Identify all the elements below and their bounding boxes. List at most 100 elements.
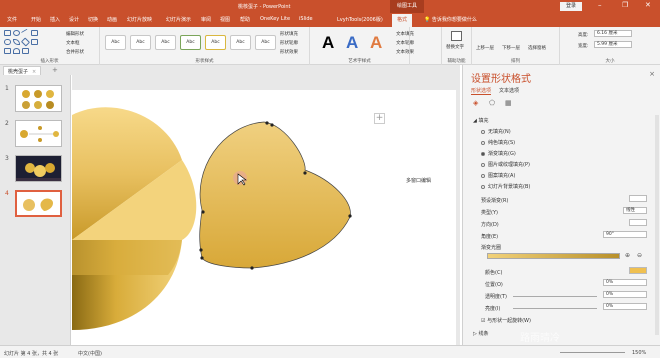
- remove-stop-icon[interactable]: ⊖: [637, 252, 642, 259]
- tab-lvyhtools[interactable]: LvyhTools(2006版): [337, 16, 383, 23]
- wordart-style-black[interactable]: A: [322, 33, 334, 53]
- fill-line-icon[interactable]: ◈: [473, 99, 478, 107]
- brightness-slider[interactable]: [513, 308, 597, 309]
- tab-slide-demo[interactable]: 幻灯片演示: [166, 16, 191, 23]
- tab-insert[interactable]: 插入: [50, 16, 60, 23]
- bring-forward-button[interactable]: 上移一层: [476, 45, 494, 51]
- line-shape-icon[interactable]: [20, 28, 31, 38]
- shape-effects-button[interactable]: 形状效果: [280, 49, 298, 55]
- restore-icon[interactable]: ❐: [622, 1, 628, 9]
- group-text-commands: 文本填充 文本轮廓 文本效果: [396, 27, 442, 65]
- wordart-style-blue[interactable]: A: [346, 33, 358, 53]
- tell-me-search[interactable]: 💡 告诉我你想要做什么: [424, 16, 477, 23]
- slide-thumbnail-3[interactable]: [15, 155, 62, 182]
- tab-shape-options[interactable]: 形状选项: [471, 87, 492, 95]
- transparency-input[interactable]: 0%: [603, 291, 647, 298]
- new-tab-icon[interactable]: +: [52, 66, 58, 74]
- text-outline-button[interactable]: 文本轮廓: [396, 40, 414, 46]
- fill-option-none[interactable]: 无填充(N): [481, 128, 511, 135]
- fill-option-pattern[interactable]: 图案填充(A): [481, 172, 515, 179]
- height-input[interactable]: 6.16 厘米: [594, 30, 632, 37]
- color-picker[interactable]: [629, 267, 647, 274]
- zoom-level[interactable]: 150%: [632, 350, 646, 356]
- diamond-shape-icon[interactable]: [20, 37, 31, 47]
- shape-style-3[interactable]: Abc: [155, 35, 176, 50]
- direction-dropdown[interactable]: [629, 219, 647, 226]
- text-fill-button[interactable]: 文本填充: [396, 31, 414, 37]
- tab-onekey[interactable]: OneKey Lite: [260, 16, 290, 22]
- rounded-rect-shape-icon[interactable]: [4, 39, 11, 45]
- tab-review[interactable]: 审阅: [201, 16, 211, 23]
- tab-transitions[interactable]: 切换: [88, 16, 98, 23]
- merge-shapes-button[interactable]: 合并形状: [66, 49, 84, 55]
- selection-pane-button[interactable]: 选择窗格: [528, 45, 546, 51]
- slide-thumbnail-4[interactable]: [15, 190, 62, 217]
- fill-option-background[interactable]: 幻灯片背景填充(B): [481, 183, 530, 190]
- size-properties-icon[interactable]: ▦: [505, 99, 512, 107]
- send-backward-button[interactable]: 下移一层: [502, 45, 520, 51]
- tab-home[interactable]: 开始: [31, 16, 41, 23]
- shape-style-1[interactable]: Abc: [105, 35, 126, 50]
- wordart-style-orange[interactable]: A: [370, 33, 382, 53]
- add-content-icon[interactable]: +: [374, 113, 385, 124]
- tab-format[interactable]: 格式: [392, 14, 413, 27]
- zoom-slider[interactable]: [560, 352, 625, 353]
- login-button[interactable]: 登录: [560, 2, 582, 11]
- shape-style-2[interactable]: Abc: [130, 35, 151, 50]
- pane-scrollbar[interactable]: [655, 115, 659, 335]
- fill-option-picture[interactable]: 图片或纹理填充(P): [481, 161, 530, 168]
- line-section-header[interactable]: ▷ 线条: [473, 330, 488, 337]
- type-dropdown[interactable]: 线性: [623, 207, 647, 214]
- shape-style-7[interactable]: Abc: [255, 35, 276, 50]
- arc-shape-icon[interactable]: [13, 48, 20, 54]
- alt-text-button[interactable]: 替换文字: [446, 44, 464, 50]
- shape-fill-button[interactable]: 形状填充: [280, 31, 298, 37]
- leaf-shape-icon[interactable]: [13, 39, 20, 45]
- fill-option-solid[interactable]: 纯色填充(S): [481, 139, 515, 146]
- angle-input[interactable]: 90°: [603, 231, 647, 238]
- shape-style-5[interactable]: Abc: [205, 35, 226, 50]
- rectangle-shape-icon[interactable]: [4, 30, 11, 36]
- brace-shape-icon[interactable]: [22, 48, 29, 54]
- language-indicator[interactable]: 中文(中国): [78, 350, 102, 357]
- tab-slideshow[interactable]: 幻灯片放映: [127, 16, 152, 23]
- position-input[interactable]: 0%: [603, 279, 647, 286]
- star-shape-icon[interactable]: [4, 48, 11, 54]
- transparency-slider[interactable]: [513, 296, 597, 297]
- textbox-shape-icon[interactable]: [31, 30, 38, 36]
- slide-thumbnail-1[interactable]: [15, 85, 62, 112]
- brightness-input[interactable]: 0%: [603, 303, 647, 310]
- shape-outline-button[interactable]: 形状轮廓: [280, 40, 298, 46]
- tab-islide[interactable]: iSlide: [299, 16, 313, 22]
- tab-animations[interactable]: 动画: [107, 16, 117, 23]
- text-effects-button[interactable]: 文本效果: [396, 49, 414, 55]
- tab-text-options[interactable]: 文本选项: [499, 87, 519, 94]
- shape-style-6[interactable]: Abc: [230, 35, 251, 50]
- fill-option-gradient[interactable]: 渐变填充(G): [481, 150, 516, 157]
- edit-shape-button[interactable]: 编辑形状: [66, 31, 84, 37]
- effects-icon[interactable]: ⬠: [489, 99, 495, 107]
- multi-window-edit-button[interactable]: 多窗口编辑: [406, 177, 432, 184]
- pane-close-icon[interactable]: ×: [649, 70, 655, 78]
- shape-style-4[interactable]: Abc: [180, 35, 201, 50]
- rotate-with-shape-checkbox[interactable]: ☑ 与形状一起旋转(W): [481, 317, 531, 324]
- gradient-stops-bar[interactable]: [487, 253, 620, 259]
- tab-help[interactable]: 帮助: [240, 16, 250, 23]
- text-box-button[interactable]: 文本框: [66, 40, 80, 46]
- minimize-icon[interactable]: –: [598, 1, 602, 9]
- width-input[interactable]: 5.99 厘米: [594, 41, 632, 48]
- slide-canvas[interactable]: +: [72, 90, 456, 345]
- slide-thumbnail-2[interactable]: [15, 120, 62, 147]
- tab-design[interactable]: 设计: [69, 16, 79, 23]
- oval-shape-icon[interactable]: [13, 30, 20, 36]
- alt-text-icon[interactable]: [451, 31, 462, 41]
- tab-view[interactable]: 视图: [220, 16, 230, 23]
- preset-gradient-dropdown[interactable]: [629, 195, 647, 202]
- close-icon[interactable]: ✕: [645, 1, 651, 9]
- add-stop-icon[interactable]: ⊕: [625, 252, 630, 259]
- tab-file[interactable]: 文件: [7, 16, 17, 23]
- arrow-shape-icon[interactable]: [31, 39, 38, 45]
- fill-section-header[interactable]: ◢ 填充: [473, 117, 488, 124]
- heart-shape[interactable]: [199, 121, 351, 269]
- document-tab[interactable]: 桃壳蛋子 ×: [3, 66, 42, 75]
